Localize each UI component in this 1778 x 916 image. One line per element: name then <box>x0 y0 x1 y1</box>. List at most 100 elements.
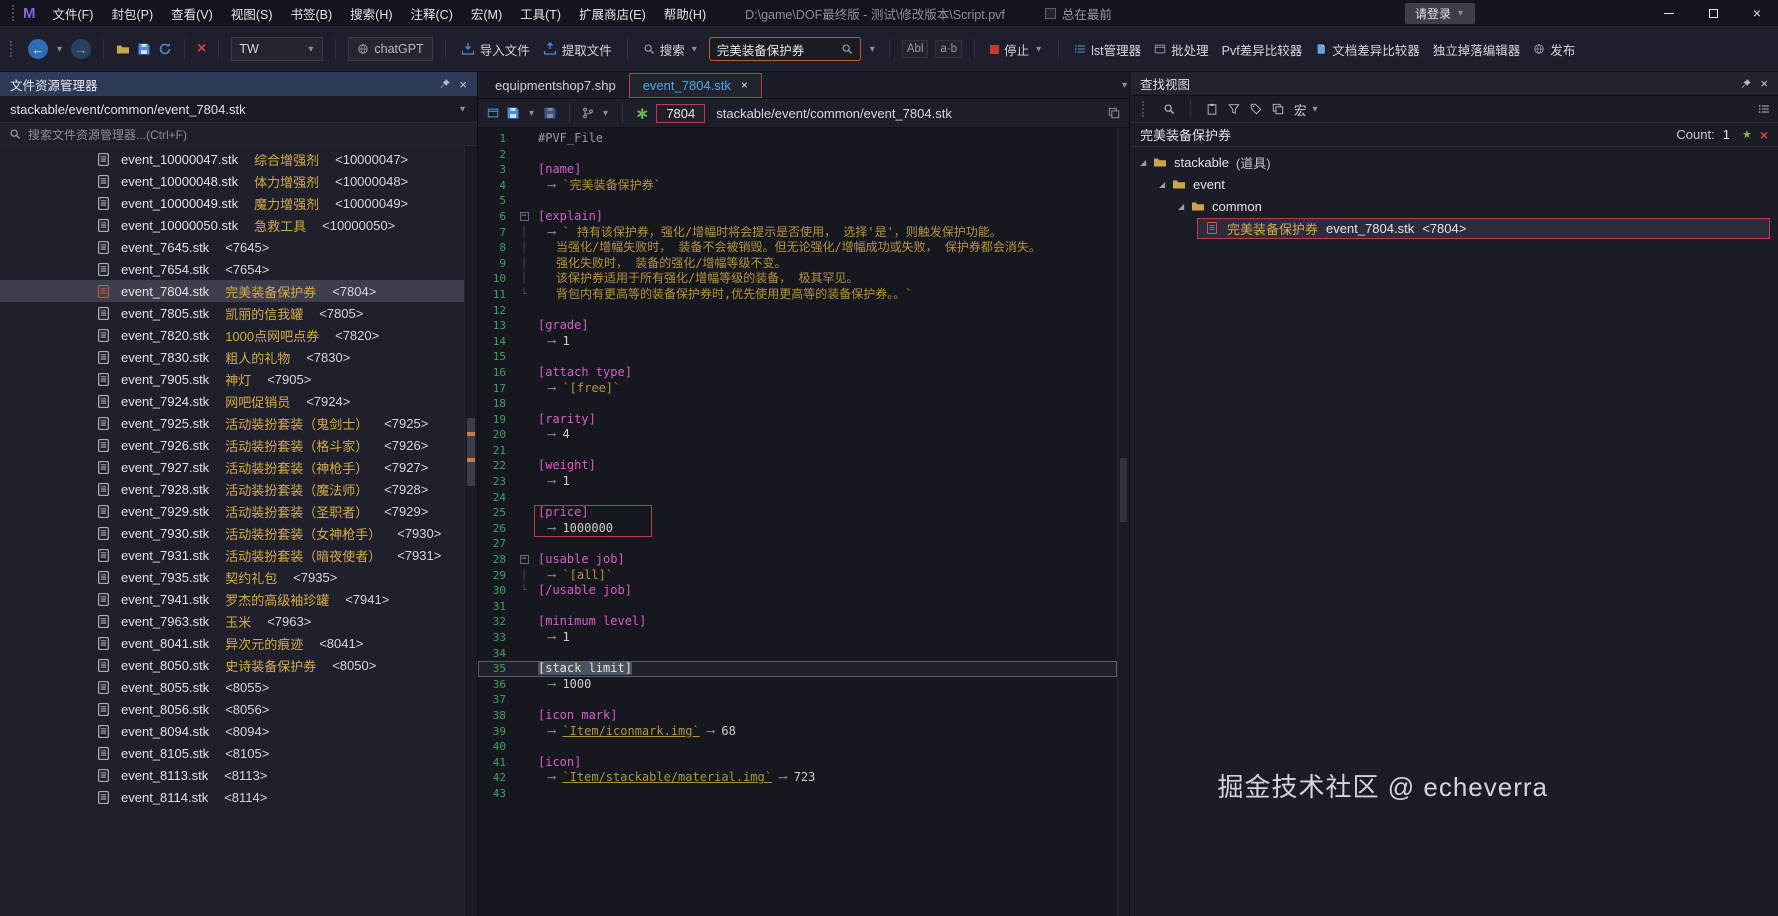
close-button[interactable]: × <box>1748 4 1766 22</box>
save-button[interactable] <box>137 42 151 56</box>
file-row[interactable]: event_7804.stk 完美装备保护券 <7804> <box>0 280 477 302</box>
code-line[interactable]: 13 [grade] <box>478 318 1117 334</box>
code-line[interactable]: 31 <box>478 599 1117 615</box>
search-icon[interactable] <box>1163 103 1175 115</box>
open-folder-button[interactable] <box>116 42 130 56</box>
clipboard-icon[interactable] <box>1206 103 1218 115</box>
delete-button[interactable]: × <box>197 41 206 57</box>
tab-equipmentshop7[interactable]: equipmentshop7.shp <box>482 73 629 98</box>
code-line[interactable]: 20 ⟶ 4 <box>478 427 1117 443</box>
code-line[interactable]: 3 [name] <box>478 162 1117 178</box>
file-row[interactable]: event_7926.stk 活动装扮套装（格斗家） <7926> <box>0 434 477 456</box>
chevron-down-icon[interactable]: ▾ <box>460 104 465 115</box>
code-line[interactable]: 34 <box>478 646 1117 662</box>
close-icon[interactable]: × <box>459 77 467 92</box>
code-line[interactable]: 5 <box>478 193 1117 209</box>
file-row[interactable]: event_7905.stk 神灯 <7905> <box>0 368 477 390</box>
explorer-path-bar[interactable]: stackable/event/common/event_7804.stk ▾ <box>0 96 477 123</box>
code-area[interactable]: 1 #PVF_File 2 3 [name] 4 ⟶ `完美装备保护券` 5 6− [explai… <box>478 128 1117 916</box>
batch-button[interactable]: 批处理 <box>1151 40 1212 59</box>
file-row[interactable]: event_7941.stk 罗杰的高级袖珍罐 <7941> <box>0 588 477 610</box>
scrollbar-thumb[interactable] <box>467 418 475 486</box>
tab-close-icon[interactable]: × <box>741 78 748 92</box>
code-line[interactable]: 15 <box>478 349 1117 365</box>
code-line[interactable]: 40 <box>478 739 1117 755</box>
code-line[interactable]: 23 ⟶ 1 <box>478 474 1117 490</box>
menu-item[interactable]: 封包(P) <box>102 4 162 23</box>
file-list-scrollbar[interactable] <box>464 146 477 916</box>
code-line[interactable]: 2 <box>478 147 1117 163</box>
file-row[interactable]: event_10000048.stk 体力增强剂 <10000048> <box>0 170 477 192</box>
chevron-down-icon[interactable]: ▾ <box>529 108 534 119</box>
menu-item[interactable]: 帮助(H) <box>655 4 715 23</box>
copy-icon[interactable] <box>1108 107 1120 119</box>
code-line[interactable]: 8 │ 当强化/增幅失败时， 装备不会被销毁。但无论强化/增幅成功或失败， 保护券都… <box>478 240 1117 256</box>
chevron-down-icon[interactable]: ▾ <box>603 108 608 119</box>
file-row[interactable]: event_7805.stk 凯丽的信我罐 <7805> <box>0 302 477 324</box>
search-result-item[interactable]: 完美装备保护券 event_7804.stk <7804> <box>1197 217 1770 239</box>
pvf-diff-button[interactable]: Pvf差异比较器 <box>1219 40 1306 59</box>
tag-icon[interactable] <box>1250 103 1262 115</box>
locate-icon[interactable]: ∗ <box>635 105 649 122</box>
file-row[interactable]: event_8056.stk <8056> <box>0 698 477 720</box>
file-row[interactable]: event_7925.stk 活动装扮套装（鬼剑士） <7925> <box>0 412 477 434</box>
file-row[interactable]: event_7924.stk 网吧促销员 <7924> <box>0 390 477 412</box>
copy-icon[interactable] <box>1272 103 1284 115</box>
drop-editor-button[interactable]: 独立掉落编辑器 <box>1430 40 1524 59</box>
stop-button[interactable]: 停止 ▾ <box>987 40 1046 59</box>
explorer-search[interactable]: 搜索文件资源管理器...(Ctrl+F) <box>0 123 477 146</box>
code-line[interactable]: 37 <box>478 692 1117 708</box>
file-row[interactable]: event_7645.stk <7645> <box>0 236 477 258</box>
pin-icon[interactable] <box>439 78 451 90</box>
tab-event-7804[interactable]: event_7804.stk × <box>628 72 762 98</box>
code-line[interactable]: 4 ⟶ `完美装备保护券` <box>478 178 1117 194</box>
editor-scrollbar[interactable] <box>1117 128 1129 916</box>
code-line[interactable]: 21 <box>478 443 1117 459</box>
language-select[interactable]: TW ▾ <box>231 37 324 61</box>
file-row[interactable]: event_10000050.stk 急救工具 <10000050> <box>0 214 477 236</box>
code-line[interactable]: 27 <box>478 536 1117 552</box>
fold-toggle[interactable]: − <box>516 209 532 225</box>
file-row[interactable]: event_10000049.stk 魔力增强剂 <10000049> <box>0 192 477 214</box>
file-row[interactable]: event_8094.stk <8094> <box>0 720 477 742</box>
tree-expand-icon[interactable]: ◢ <box>1159 180 1172 189</box>
search-icon[interactable] <box>841 43 853 55</box>
doc-diff-button[interactable]: 文档差异比较器 <box>1312 40 1423 59</box>
code-line[interactable]: 33 ⟶ 1 <box>478 630 1117 646</box>
file-row[interactable]: event_8041.stk 异次元的痕迹 <8041> <box>0 632 477 654</box>
code-line[interactable]: 22 [weight] <box>478 458 1117 474</box>
code-line[interactable]: 28− [usable job] <box>478 552 1117 568</box>
chevron-down-icon[interactable]: ▾ <box>57 44 62 55</box>
code-line[interactable]: 17 ⟶ `[free]` <box>478 381 1117 397</box>
always-on-top-toggle[interactable]: 总在最前 <box>1044 4 1112 23</box>
sparkle-icon[interactable]: ★ <box>1742 128 1752 141</box>
code-line[interactable]: 16 [attach type] <box>478 365 1117 381</box>
login-button[interactable]: 请登录 ▾ <box>1404 2 1475 24</box>
code-line[interactable]: 43 <box>478 786 1117 802</box>
file-row[interactable]: event_7929.stk 活动装扮套装（圣职者） <7929> <box>0 500 477 522</box>
extract-file-button[interactable]: 提取文件 <box>540 40 615 59</box>
minimize-button[interactable] <box>1660 4 1678 22</box>
code-line[interactable]: 1 #PVF_File <box>478 131 1117 147</box>
code-line[interactable]: 25 [price] <box>478 505 1117 521</box>
code-line[interactable]: 19 [rarity] <box>478 412 1117 428</box>
menu-item[interactable]: 扩展商店(E) <box>570 4 655 23</box>
back-button[interactable]: ← <box>28 39 48 59</box>
chevron-down-icon[interactable]: ▾ <box>1122 80 1127 91</box>
tree-row[interactable]: ◢ common <box>1130 195 1778 217</box>
code-line[interactable]: 42 ⟶ `Item/stackable/material.img` ⟶ 723 <box>478 770 1117 786</box>
pin-icon[interactable] <box>1740 78 1752 90</box>
match-word-toggle[interactable]: a·b <box>935 40 963 58</box>
lst-manager-button[interactable]: lst管理器 <box>1071 40 1144 59</box>
maximize-button[interactable] <box>1704 4 1722 22</box>
fold-toggle[interactable]: − <box>516 552 532 568</box>
code-line[interactable]: 7 │ ⟶ ` 持有该保护券，强化/增幅时将会提示是否使用， 选择'是'，则触发保护… <box>478 225 1117 241</box>
file-row[interactable]: event_7830.stk 粗人的礼物 <7830> <box>0 346 477 368</box>
code-line[interactable]: 38 [icon mark] <box>478 708 1117 724</box>
code-line[interactable]: 26 ⟶ 1000000 <box>478 521 1117 537</box>
code-line[interactable]: 24 <box>478 490 1117 506</box>
menu-item[interactable]: 书签(B) <box>281 4 341 23</box>
publish-button[interactable]: 发布 <box>1530 40 1578 59</box>
save-all-button[interactable] <box>543 106 557 120</box>
code-line[interactable]: 9 │ 强化失败时， 装备的强化/增幅等级不变。 <box>478 256 1117 272</box>
